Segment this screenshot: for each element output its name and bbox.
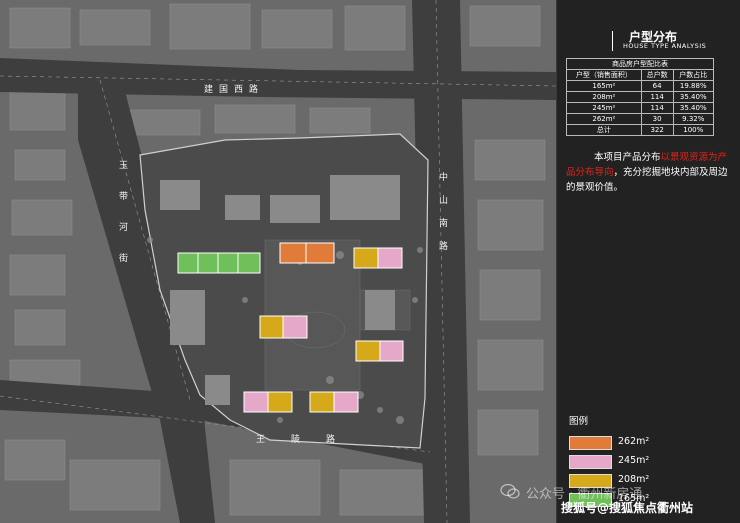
- panel-subtitle: HOUSE TYPE ANALYSIS: [623, 42, 707, 50]
- sohu-watermark: 搜狐号@搜狐焦点衢州站: [561, 501, 694, 515]
- table-row-total: 总计 322 100%: [566, 124, 715, 136]
- table-cell: 100%: [672, 124, 715, 136]
- block-208-c: [355, 340, 381, 362]
- table-row: 262m² 30 9.32%: [566, 113, 715, 125]
- legend-label: 262m²: [618, 436, 650, 447]
- block-245-e: [333, 391, 359, 413]
- wechat-icon: [500, 484, 520, 499]
- table-row: 245m² 114 35.40%: [566, 102, 715, 114]
- block-262-2: [305, 242, 335, 264]
- table-cell: 245m²: [566, 102, 642, 114]
- block-245-a: [377, 247, 403, 269]
- table-cell: 总计: [566, 124, 642, 136]
- block-208-e: [309, 391, 335, 413]
- block-245-c: [379, 340, 404, 362]
- road-label-zhongshan-south: 中山南路: [437, 172, 447, 264]
- table-cell: 35.40%: [672, 91, 715, 103]
- site-plan-figure: 建国西路 中山南路 玉带河街 王陵路 户型分布 HOUSE TYPE ANALY…: [0, 0, 740, 523]
- block-208-b: [259, 315, 284, 339]
- legend-swatch: [569, 455, 612, 469]
- title-divider: [612, 31, 613, 51]
- table-header: 总户数: [640, 69, 674, 81]
- legend-label: 245m²: [618, 455, 650, 466]
- table-row: 165m² 64 19.88%: [566, 80, 715, 92]
- table-cell: 114: [640, 91, 674, 103]
- block-165-3: [217, 252, 239, 274]
- table-header: 户数占比: [672, 69, 715, 81]
- distribution-description: 本项目产品分布以景观资源为产品分布导向，充分挖掘地块内部及周边的景观价值。: [566, 150, 730, 195]
- table-header: 户型（销售面积）: [566, 69, 642, 81]
- block-245-b: [282, 315, 308, 339]
- table-cell: 322: [640, 124, 674, 136]
- table-cell: 165m²: [566, 80, 642, 92]
- table-cell: 262m²: [566, 113, 642, 125]
- legend-swatch: [569, 436, 612, 450]
- block-165-4: [237, 252, 261, 274]
- road-label-yudai-river-street: 玉带河街: [117, 160, 127, 284]
- table-row: 208m² 114 35.40%: [566, 91, 715, 103]
- legend-title: 图例: [569, 416, 589, 427]
- table-cell: 208m²: [566, 91, 642, 103]
- table-cell: 114: [640, 102, 674, 114]
- block-262-1: [279, 242, 307, 264]
- table-cell: 30: [640, 113, 674, 125]
- block-208-d: [267, 391, 293, 413]
- unit-ratio-table: 商品房户型配比表 户型（销售面积） 总户数 户数占比 165m² 64 19.8…: [566, 58, 715, 136]
- block-245-d: [243, 391, 269, 413]
- block-165-1: [177, 252, 199, 274]
- table-cell: 64: [640, 80, 674, 92]
- road-label-jianguo-west: 建国西路: [204, 85, 265, 95]
- block-208-a: [353, 247, 379, 269]
- table-caption: 商品房户型配比表: [566, 58, 714, 70]
- block-165-2: [197, 252, 219, 274]
- table-cell: 35.40%: [672, 102, 715, 114]
- table-cell: 9.32%: [672, 113, 715, 125]
- table-cell: 19.88%: [672, 80, 715, 92]
- road-label-wangling: 王陵路: [256, 435, 362, 445]
- description-text: 本项目产品分布: [594, 152, 661, 163]
